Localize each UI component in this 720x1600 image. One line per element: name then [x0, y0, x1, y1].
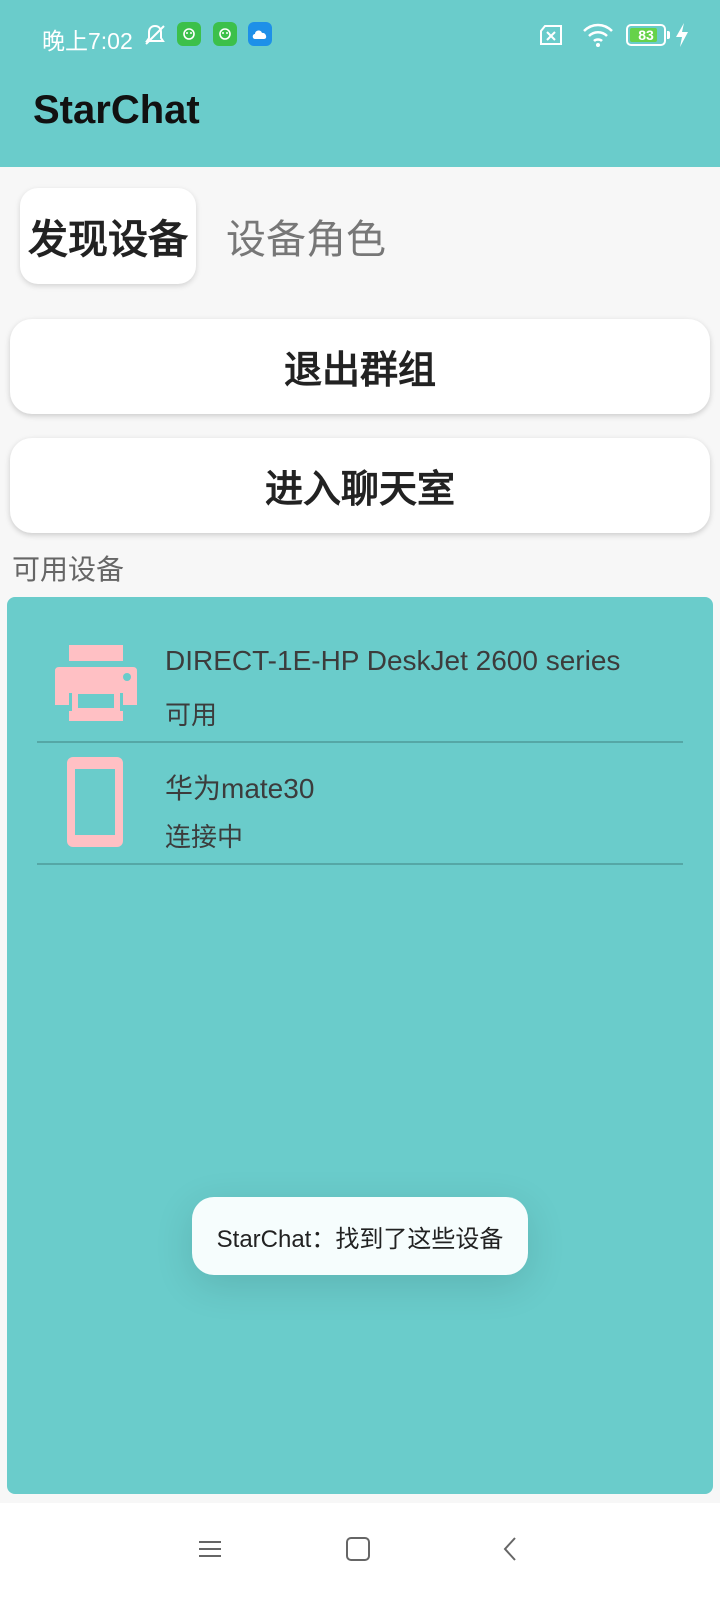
device-status: 可用: [165, 700, 218, 730]
tab-bar: 发现设备 设备角色: [0, 185, 720, 285]
enter-chatroom-button[interactable]: 进入聊天室: [10, 438, 710, 533]
charging-icon: [675, 23, 689, 53]
leave-group-button[interactable]: 退出群组: [10, 319, 710, 414]
status-time: 晚上7:02: [42, 28, 133, 54]
app-title: StarChat: [33, 88, 200, 132]
back-icon[interactable]: [496, 1535, 524, 1568]
tab-device-role[interactable]: 设备角色: [226, 188, 386, 284]
toast-message: StarChat：找到了这些设备: [192, 1197, 528, 1275]
device-name: DIRECT-1E-HP DeskJet 2600 series: [165, 645, 621, 676]
home-icon[interactable]: [344, 1535, 372, 1568]
app-badge-icon: [213, 22, 237, 46]
app-badge-icon: [177, 22, 201, 46]
status-bar: 晚上7:02 83: [0, 0, 720, 70]
sim-off-icon: [538, 24, 564, 52]
navigation-bar: [0, 1503, 720, 1600]
phone-icon: [65, 755, 125, 854]
menu-icon[interactable]: [196, 1535, 224, 1568]
device-name: 华为mate30: [165, 773, 315, 804]
device-status: 连接中: [165, 822, 244, 852]
battery-level: 83: [638, 27, 654, 43]
wifi-icon: [582, 22, 614, 54]
printer-icon: [53, 645, 139, 730]
battery-nub: [667, 31, 670, 39]
device-list-item[interactable]: 华为mate30 连接中: [37, 743, 683, 865]
device-list: DIRECT-1E-HP DeskJet 2600 series 可用 华为ma…: [7, 597, 713, 1494]
cloud-icon: [248, 22, 272, 46]
app-header: 晚上7:02 83 StarChat: [0, 0, 720, 167]
available-devices-label: 可用设备: [12, 554, 125, 585]
tab-discover-devices[interactable]: 发现设备: [20, 188, 196, 284]
device-list-item[interactable]: DIRECT-1E-HP DeskJet 2600 series 可用: [37, 621, 683, 743]
battery-icon: 83: [626, 24, 666, 46]
notifications-off-icon: [142, 22, 168, 54]
